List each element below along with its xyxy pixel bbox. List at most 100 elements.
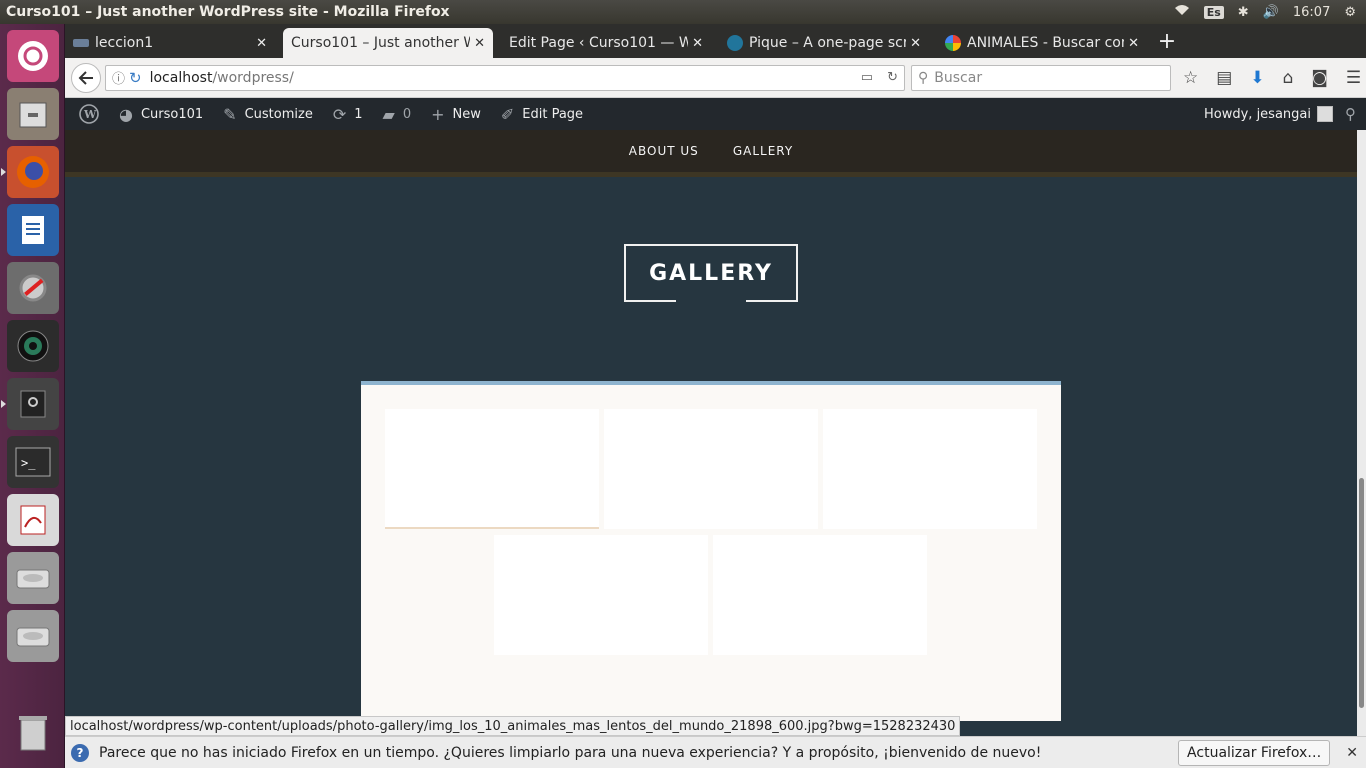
url-host: localhost: [149, 69, 213, 86]
close-tab-icon[interactable]: ✕: [1128, 36, 1139, 51]
settings-gear-icon[interactable]: ⚙: [1344, 5, 1356, 20]
updates-icon: ⟳: [332, 104, 347, 124]
trash-icon[interactable]: [7, 706, 59, 758]
url-path: /wordpress/: [212, 69, 294, 86]
files-icon[interactable]: [7, 88, 59, 140]
tab-title: Curso101 – Just another WordPress site: [291, 35, 470, 51]
disk-drive-icon[interactable]: [7, 552, 59, 604]
gallery-thumbnail[interactable]: [494, 535, 708, 655]
search-input[interactable]: ⚲ Buscar: [911, 64, 1171, 91]
toolbar-icons: ☆ ▤ ⬇ ⌂ ◙ ☰: [1183, 68, 1361, 88]
question-icon: ?: [71, 743, 89, 762]
svg-text:>_: >_: [21, 456, 36, 470]
notification-bar: ? Parece que no has iniciado Firefox en …: [65, 736, 1366, 768]
url-bar[interactable]: ⓘ ↻ localhost/wordpress/ ▭ ↻: [105, 64, 905, 91]
gallery-thumbnail[interactable]: [713, 535, 927, 655]
updates-count: 1: [354, 106, 363, 122]
reload-icon[interactable]: ↻: [129, 69, 142, 87]
keyboard-layout-indicator[interactable]: Es: [1203, 5, 1224, 19]
nav-item-about-us[interactable]: ABOUT US: [629, 144, 699, 158]
main-content: GALLERY: [65, 182, 1357, 736]
my-account-link[interactable]: Howdy, jesangai: [1204, 106, 1333, 122]
downloads-icon[interactable]: ⬇: [1250, 68, 1264, 88]
navigation-toolbar: ⓘ ↻ localhost/wordpress/ ▭ ↻ ⚲ Buscar ☆ …: [65, 58, 1366, 98]
close-notification-icon[interactable]: ✕: [1346, 745, 1358, 761]
close-tab-icon[interactable]: ✕: [910, 36, 921, 51]
site-name-link[interactable]: ◕ Curso101: [119, 105, 203, 124]
section-title-text: GALLERY: [649, 260, 773, 286]
page-scrollbar[interactable]: [1357, 130, 1366, 736]
dashboard-icon: ◕: [119, 104, 133, 124]
tab-title: Edit Page ‹ Curso101 — WordPress: [509, 35, 689, 51]
safe-icon[interactable]: [1, 378, 59, 430]
nav-item-gallery[interactable]: GALLERY: [733, 144, 793, 158]
tab-pique[interactable]: Pique – A one-page scrolling theme ✕: [719, 28, 929, 58]
gallery-panel: [361, 381, 1061, 721]
library-icon[interactable]: ▤: [1216, 68, 1232, 88]
bluetooth-icon[interactable]: ✱: [1238, 5, 1249, 20]
tab-animales[interactable]: ANIMALES - Buscar con Google ✕: [937, 28, 1147, 58]
ubuntu-dash-icon[interactable]: [7, 30, 59, 82]
customize-label: Customize: [244, 106, 313, 122]
writer-icon[interactable]: [7, 204, 59, 256]
bookmark-star-icon[interactable]: ☆: [1183, 68, 1198, 88]
clock[interactable]: 16:07: [1293, 5, 1330, 20]
window-title: Curso101 – Just another WordPress site -…: [6, 4, 450, 20]
tab-edit-page[interactable]: Edit Page ‹ Curso101 — WordPress ✕: [501, 28, 711, 58]
disk-drive-icon[interactable]: [7, 610, 59, 662]
tab-title: ANIMALES - Buscar con Google: [967, 35, 1124, 51]
terminal-icon[interactable]: >_: [7, 436, 59, 488]
edit-page-link[interactable]: ✐ Edit Page: [501, 105, 583, 124]
reader-view-icon[interactable]: ▭: [861, 70, 873, 85]
scrollbar-thumb[interactable]: [1359, 478, 1364, 708]
system-tray: Es ✱ 🔊 16:07 ⚙: [1174, 4, 1356, 20]
volume-icon[interactable]: 🔊: [1263, 5, 1279, 20]
top-panel: Curso101 – Just another WordPress site -…: [0, 0, 1366, 24]
close-tab-icon[interactable]: ✕: [692, 36, 703, 51]
tab-curso101[interactable]: Curso101 – Just another WordPress site ✕: [283, 28, 493, 58]
gallery-thumbnail[interactable]: [823, 409, 1037, 529]
admin-search-icon[interactable]: ⚲: [1345, 105, 1356, 123]
wordpress-favicon-icon: [727, 35, 743, 51]
system-settings-icon[interactable]: [7, 262, 59, 314]
google-favicon-icon: [945, 35, 961, 51]
customize-link[interactable]: ✎ Customize: [223, 105, 313, 124]
updates-link[interactable]: ⟳ 1: [333, 105, 363, 124]
svg-text:W: W: [83, 108, 97, 121]
home-icon[interactable]: ⌂: [1283, 68, 1294, 88]
url-text[interactable]: localhost/wordpress/: [150, 70, 861, 86]
back-arrow-icon: [78, 70, 93, 85]
tab-leccion1[interactable]: leccion1 ✕: [65, 28, 275, 58]
firefox-icon[interactable]: [1, 146, 59, 198]
gallery-thumbnail[interactable]: [385, 409, 599, 529]
edit-page-label: Edit Page: [522, 106, 584, 122]
close-tab-icon[interactable]: ✕: [474, 36, 485, 51]
section-title: GALLERY: [624, 244, 798, 302]
site-name-label: Curso101: [140, 106, 204, 122]
wordpress-logo-icon[interactable]: W: [79, 104, 99, 124]
site-navigation: ABOUT US GALLERY: [65, 130, 1357, 177]
document-viewer-icon[interactable]: [7, 494, 59, 546]
menu-icon[interactable]: ☰: [1346, 68, 1361, 88]
notification-text: Parece que no has iniciado Firefox en un…: [99, 744, 1042, 761]
page-favicon-icon: [73, 39, 89, 47]
search-placeholder: Buscar: [934, 69, 983, 86]
refresh-firefox-button[interactable]: Actualizar Firefox…: [1178, 739, 1331, 766]
search-icon: ⚲: [918, 69, 929, 86]
comments-count: 0: [402, 106, 412, 122]
gallery-thumbnail[interactable]: [604, 409, 818, 529]
new-tab-button[interactable]: +: [1155, 29, 1179, 54]
close-tab-icon[interactable]: ✕: [256, 36, 267, 51]
new-content-link[interactable]: + New: [431, 105, 481, 124]
info-icon[interactable]: ⓘ: [112, 68, 125, 87]
new-label: New: [452, 106, 481, 122]
wifi-icon[interactable]: [1174, 4, 1190, 20]
tab-title: Pique – A one-page scrolling theme: [749, 35, 907, 51]
tab-bar: leccion1 ✕ Curso101 – Just another WordP…: [65, 24, 1366, 58]
comments-link[interactable]: ▰ 0: [383, 105, 412, 124]
camera-icon[interactable]: [7, 320, 59, 372]
pocket-icon[interactable]: ◙: [1311, 68, 1328, 88]
refresh-icon[interactable]: ↻: [887, 70, 898, 85]
back-button[interactable]: [71, 62, 101, 93]
pencil-icon: ✐: [500, 104, 515, 124]
